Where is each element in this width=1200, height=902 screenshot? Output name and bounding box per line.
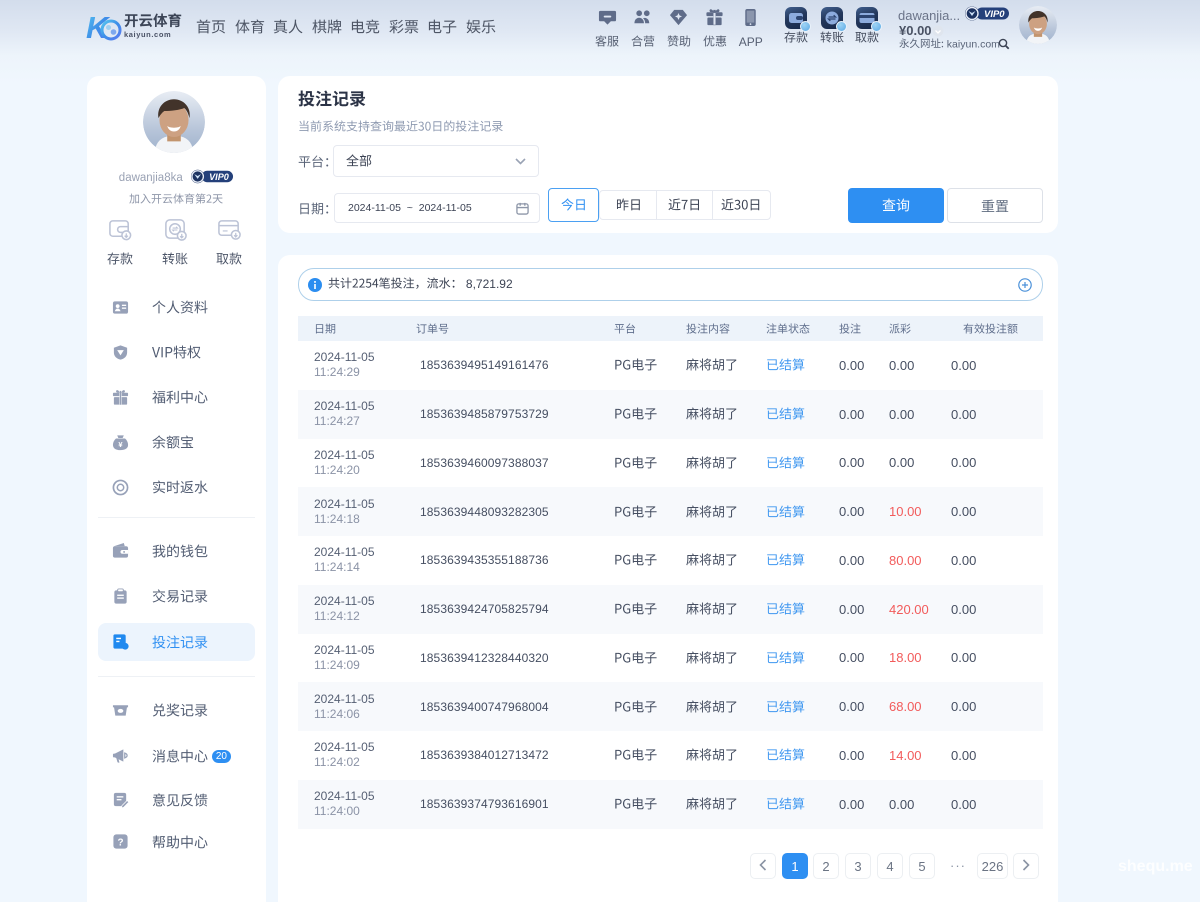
svg-text:VIP0: VIP0 [209,172,229,182]
svg-text:VIP0: VIP0 [984,9,1005,20]
svg-text:?: ? [117,837,123,848]
